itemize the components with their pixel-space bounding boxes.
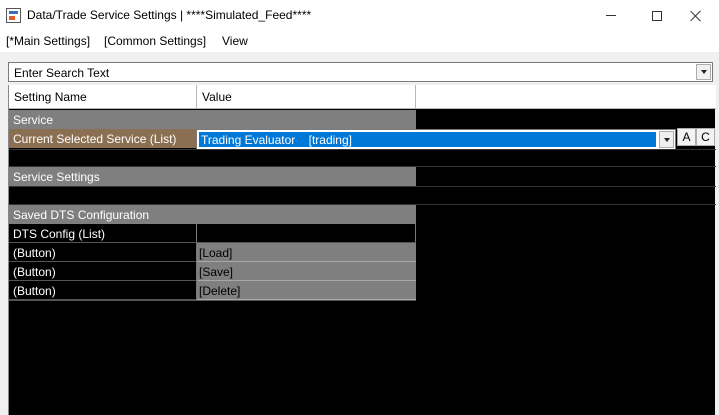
service-a-button[interactable]: A (677, 128, 696, 146)
menu-common-settings[interactable]: [Common Settings] (104, 34, 206, 48)
section-saved-dts[interactable]: Saved DTS Configuration (9, 205, 416, 224)
section-service[interactable]: Service (9, 110, 416, 129)
chevron-down-icon (700, 70, 707, 74)
row-divider (9, 300, 416, 301)
settings-grid[interactable]: Setting Name Value Service Current Selec… (8, 85, 716, 415)
setting-dts-config-label[interactable]: DTS Config (List) (9, 224, 197, 243)
window-title: Data/Trade Service Settings | ****Simula… (27, 8, 312, 22)
menu-main-settings[interactable]: [*Main Settings] (6, 34, 90, 48)
service-selected-value[interactable]: Trading Evaluator [trading] (199, 132, 656, 147)
maximize-icon (652, 10, 662, 21)
setting-button-label: (Button) (9, 262, 197, 281)
save-button[interactable]: [Save] (197, 262, 416, 281)
title-bar: Data/Trade Service Settings | ****Simula… (0, 0, 719, 31)
close-button[interactable] (673, 0, 719, 31)
search-dropdown-button[interactable] (696, 64, 711, 80)
column-header-setting-name[interactable]: Setting Name (9, 85, 197, 109)
app-icon (6, 8, 21, 23)
service-select[interactable]: Trading Evaluator [trading] (196, 129, 676, 150)
search-combobox[interactable]: Enter Search Text (8, 62, 713, 82)
column-header-value[interactable]: Value (197, 85, 416, 109)
setting-button-label: (Button) (9, 281, 197, 300)
column-header-filler (416, 85, 716, 109)
setting-dts-config-value[interactable] (197, 224, 416, 243)
row-divider (9, 186, 716, 187)
section-service-settings[interactable]: Service Settings (9, 167, 416, 186)
menu-bar: [*Main Settings] [Common Settings] View (0, 31, 719, 52)
setting-current-service-label[interactable]: Current Selected Service (List) (9, 129, 197, 148)
menu-view[interactable]: View (222, 34, 248, 48)
setting-button-label: (Button) (9, 243, 197, 262)
search-input[interactable]: Enter Search Text (14, 66, 109, 80)
chevron-down-icon (663, 137, 670, 142)
load-button[interactable]: [Load] (197, 243, 416, 262)
row-divider (9, 149, 716, 150)
close-icon (690, 10, 702, 22)
service-dropdown-button[interactable] (659, 131, 674, 148)
minimize-button[interactable] (588, 0, 634, 31)
service-c-button[interactable]: C (696, 128, 715, 146)
delete-button[interactable]: [Delete] (197, 281, 416, 300)
minimize-icon (606, 15, 616, 16)
